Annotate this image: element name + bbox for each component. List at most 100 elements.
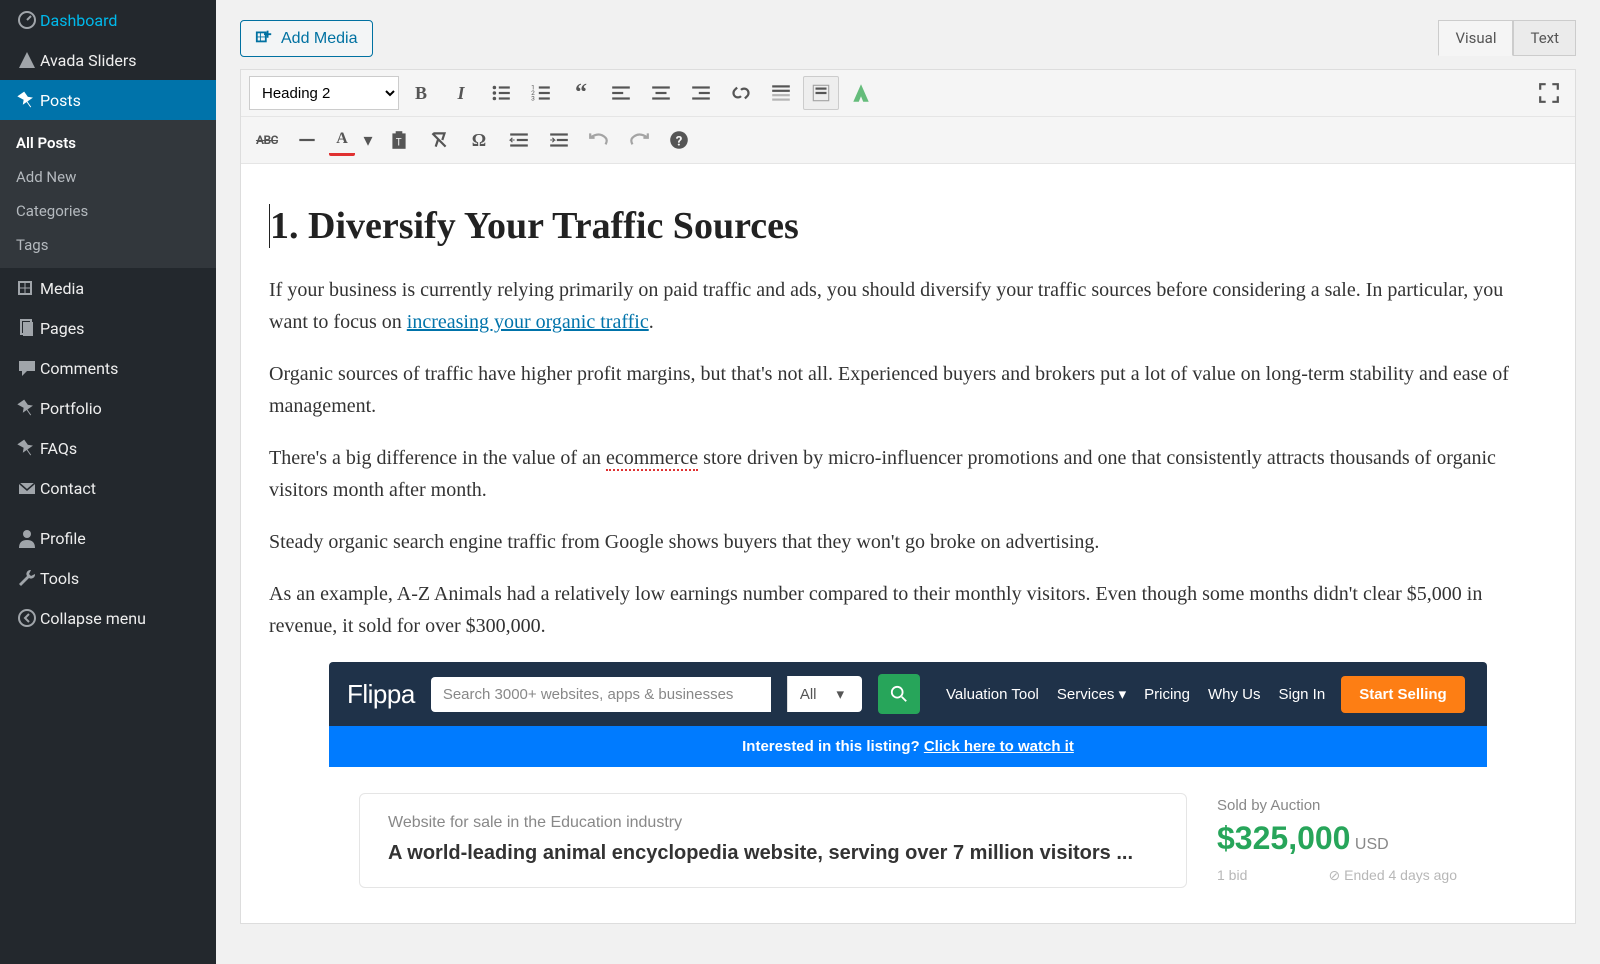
flippa-bid-info: 1 bid⊘ Ended 4 days ago [1217, 867, 1457, 884]
text-color-button[interactable]: A [329, 125, 355, 156]
content-heading: 1. Diversify Your Traffic Sources [269, 204, 1547, 248]
flippa-listing-price-box: Sold by Auction $325,000 USD 1 bid⊘ Ende… [1217, 793, 1457, 888]
italic-button[interactable]: I [443, 76, 479, 110]
admin-sidebar: Dashboard Avada Sliders Posts All Posts … [0, 0, 216, 964]
sidebar-sub-tags[interactable]: Tags [0, 228, 216, 262]
dashboard-icon [14, 10, 40, 30]
sidebar-item-collapse[interactable]: Collapse menu [0, 598, 216, 638]
toolbar-toggle-button[interactable] [803, 76, 839, 110]
avada-icon [14, 50, 40, 70]
content-paragraph: If your business is currently relying pr… [269, 274, 1547, 338]
indent-button[interactable] [541, 123, 577, 157]
sidebar-item-avada-sliders[interactable]: Avada Sliders [0, 40, 216, 80]
avada-builder-button[interactable] [843, 76, 879, 110]
flippa-search-input: Search 3000+ websites, apps & businesses [431, 677, 771, 712]
sidebar-item-contact[interactable]: Contact [0, 468, 216, 508]
strikethrough-button[interactable]: ABC [249, 123, 285, 157]
editor-toolbar: Heading 2 B I 123 “ ABC A ▾ T Ω [240, 69, 1576, 164]
paste-text-button[interactable]: T [381, 123, 417, 157]
flippa-nav-signin: Sign In [1278, 686, 1325, 703]
undo-button[interactable] [581, 123, 617, 157]
format-select[interactable]: Heading 2 [249, 76, 399, 110]
collapse-icon [14, 608, 40, 628]
sidebar-label: Contact [40, 479, 96, 498]
tab-text[interactable]: Text [1513, 20, 1576, 56]
sidebar-item-comments[interactable]: Comments [0, 348, 216, 388]
text-color-dropdown[interactable]: ▾ [359, 123, 377, 157]
clear-formatting-button[interactable] [421, 123, 457, 157]
align-left-button[interactable] [603, 76, 639, 110]
sidebar-item-faqs[interactable]: FAQs [0, 428, 216, 468]
tab-visual[interactable]: Visual [1438, 20, 1513, 56]
sidebar-item-tools[interactable]: Tools [0, 558, 216, 598]
sidebar-label: Comments [40, 359, 118, 378]
redo-button[interactable] [621, 123, 657, 157]
align-right-button[interactable] [683, 76, 719, 110]
sidebar-submenu-posts: All Posts Add New Categories Tags [0, 120, 216, 268]
sidebar-sub-add-new[interactable]: Add New [0, 160, 216, 194]
media-icon [14, 278, 40, 298]
sidebar-label: Media [40, 279, 84, 298]
add-media-button[interactable]: Add Media [240, 20, 373, 57]
content-paragraph: Steady organic search engine traffic fro… [269, 526, 1547, 558]
blockquote-button[interactable]: “ [563, 76, 599, 110]
flippa-nav-valuation: Valuation Tool [946, 686, 1039, 703]
sidebar-item-pages[interactable]: Pages [0, 308, 216, 348]
flippa-listing-card: Website for sale in the Education indust… [359, 793, 1187, 888]
content-link-organic-traffic[interactable]: increasing your organic traffic [407, 311, 649, 333]
chevron-down-icon: ▾ [837, 685, 845, 703]
svg-text:T: T [396, 138, 402, 149]
flippa-search-button [878, 674, 920, 714]
flippa-listing-category: Website for sale in the Education indust… [388, 814, 1158, 832]
sidebar-sub-categories[interactable]: Categories [0, 194, 216, 228]
flippa-start-selling-button: Start Selling [1341, 676, 1465, 713]
sidebar-item-media[interactable]: Media [0, 268, 216, 308]
main-area: Add Media Visual Text Heading 2 B I 123 … [216, 0, 1600, 964]
flippa-listing-title: A world-leading animal encyclopedia webs… [388, 840, 1158, 867]
sidebar-label: Dashboard [40, 11, 117, 30]
sidebar-item-posts[interactable]: Posts [0, 80, 216, 120]
pin-icon [14, 90, 40, 110]
fullscreen-button[interactable] [1531, 76, 1567, 110]
sidebar-item-profile[interactable]: Profile [0, 518, 216, 558]
insert-more-button[interactable] [763, 76, 799, 110]
outdent-button[interactable] [501, 123, 537, 157]
pin-icon [14, 438, 40, 458]
add-media-label: Add Media [281, 30, 358, 48]
flippa-sold-label: Sold by Auction [1217, 797, 1457, 814]
sidebar-item-portfolio[interactable]: Portfolio [0, 388, 216, 428]
sidebar-label: FAQs [40, 439, 77, 458]
bullet-list-button[interactable] [483, 76, 519, 110]
align-center-button[interactable] [643, 76, 679, 110]
special-char-button[interactable]: Ω [461, 123, 497, 157]
flippa-price: $325,000 USD [1217, 820, 1457, 857]
content-paragraph: Organic sources of traffic have higher p… [269, 358, 1547, 422]
mail-icon [14, 478, 40, 498]
pages-icon [14, 318, 40, 338]
horizontal-rule-button[interactable] [289, 123, 325, 157]
flippa-watch-banner: Interested in this listing? Click here t… [329, 726, 1487, 767]
media-icon [255, 27, 273, 50]
sidebar-label: Tools [40, 569, 79, 588]
sidebar-sub-all-posts[interactable]: All Posts [0, 126, 216, 160]
help-button[interactable]: ? [661, 123, 697, 157]
flippa-nav: Valuation Tool Services ▾ Pricing Why Us… [946, 685, 1325, 703]
sidebar-label: Profile [40, 529, 86, 548]
numbered-list-button[interactable]: 123 [523, 76, 559, 110]
user-icon [14, 528, 40, 548]
flippa-body: Website for sale in the Education indust… [329, 767, 1487, 888]
flippa-nav-services: Services ▾ [1057, 685, 1126, 703]
svg-text:3: 3 [531, 95, 535, 103]
sidebar-item-dashboard[interactable]: Dashboard [0, 0, 216, 40]
sidebar-label: Portfolio [40, 399, 102, 418]
flippa-logo: Flippa [347, 679, 415, 710]
flippa-watch-link: Click here to watch it [924, 738, 1074, 755]
comment-icon [14, 358, 40, 378]
link-button[interactable] [723, 76, 759, 110]
pin-icon [14, 398, 40, 418]
bold-button[interactable]: B [403, 76, 439, 110]
chevron-down-icon: ▾ [1119, 686, 1127, 703]
sidebar-label: Pages [40, 319, 84, 338]
flippa-nav-pricing: Pricing [1144, 686, 1190, 703]
editor-content[interactable]: 1. Diversify Your Traffic Sources If you… [240, 164, 1576, 924]
